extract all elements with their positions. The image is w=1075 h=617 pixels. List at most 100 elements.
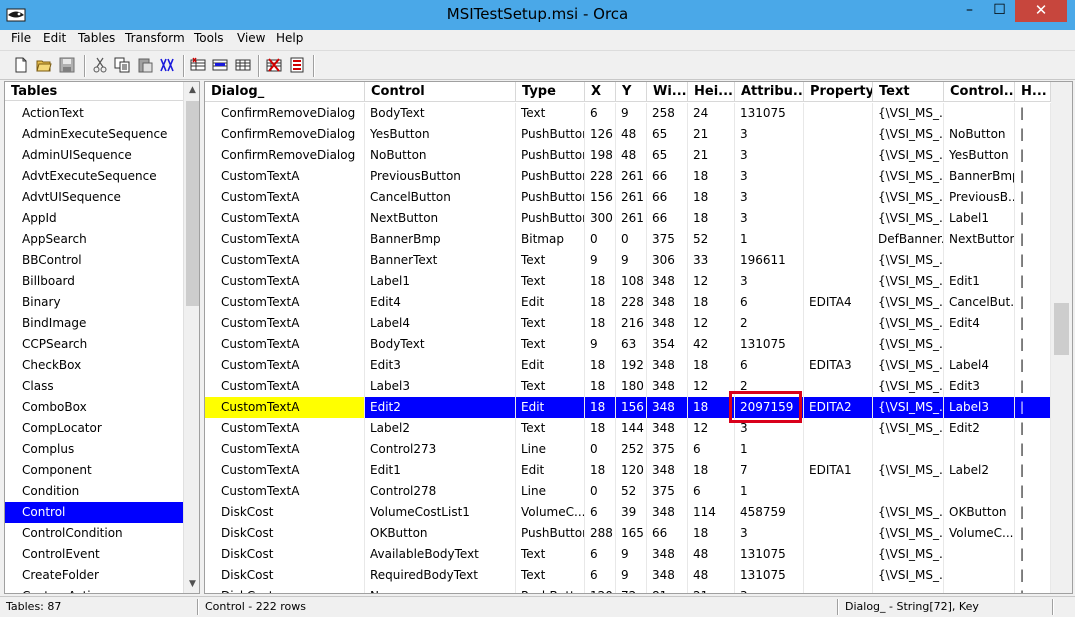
cell-type[interactable]: PushButton (516, 208, 585, 229)
table-list-item[interactable]: ActionText (5, 103, 183, 124)
table-row[interactable]: CustomTextA Edit2 Edit 18 156 348 18 2097159 EDI… (205, 397, 1051, 418)
cell-y[interactable]: 261 (616, 208, 647, 229)
cell-dialog[interactable]: CustomTextA (205, 397, 365, 418)
cell-type[interactable]: Text (516, 544, 585, 565)
cell-control[interactable]: Control273 (365, 439, 516, 460)
cell-attributes[interactable]: 131075 (735, 103, 804, 124)
cell-x[interactable]: 120 (585, 586, 616, 593)
cell-property[interactable] (804, 481, 873, 502)
cell-y[interactable]: 165 (616, 523, 647, 544)
cell-width[interactable]: 375 (647, 481, 688, 502)
cell-width[interactable]: 66 (647, 166, 688, 187)
cell-height[interactable]: 21 (688, 586, 735, 593)
cell-type[interactable]: PushButton (516, 586, 585, 593)
table-row[interactable]: CustomTextA Edit3 Edit 18 192 348 18 6 EDITA3 {\V… (205, 355, 1051, 376)
cell-text[interactable]: {\VSI_MS_... (873, 103, 944, 124)
cell-dialog[interactable]: CustomTextA (205, 439, 365, 460)
cell-help[interactable]: | (1015, 187, 1051, 208)
cell-control[interactable]: Label2 (365, 418, 516, 439)
cell-type[interactable]: PushButton (516, 523, 585, 544)
cell-text[interactable]: {\VSI_MS_... (873, 271, 944, 292)
column-header-control[interactable]: Control (365, 82, 516, 102)
cell-control-next[interactable]: BannerBmp (944, 166, 1015, 187)
menu-help[interactable]: Help (276, 31, 303, 45)
cell-height[interactable]: 6 (688, 439, 735, 460)
cell-dialog[interactable]: DiskCost (205, 502, 365, 523)
cell-height[interactable]: 24 (688, 103, 735, 124)
cell-help[interactable]: | (1015, 208, 1051, 229)
table-list-item[interactable]: Class (5, 376, 183, 397)
cell-attributes[interactable]: 3 (735, 187, 804, 208)
cell-y[interactable]: 63 (616, 334, 647, 355)
table-row[interactable]: ConfirmRemoveDialog NoButton PushButton 198… (205, 145, 1051, 166)
cell-control-next[interactable] (944, 334, 1015, 355)
cell-dialog[interactable]: CustomTextA (205, 418, 365, 439)
cell-type[interactable]: Text (516, 271, 585, 292)
find-icon[interactable] (159, 57, 175, 73)
cell-text[interactable]: {\VSI_MS_... (873, 418, 944, 439)
cell-type[interactable]: PushButton (516, 145, 585, 166)
cell-attributes[interactable]: 3 (735, 208, 804, 229)
cell-width[interactable]: 81 (647, 586, 688, 593)
menu-edit[interactable]: Edit (43, 31, 66, 45)
cell-height[interactable]: 33 (688, 250, 735, 271)
cell-help[interactable]: | (1015, 397, 1051, 418)
table-row[interactable]: CustomTextA BannerText Text 9 9 306 33 196611 {\… (205, 250, 1051, 271)
cell-y[interactable]: 72 (616, 586, 647, 593)
column-header-dialog[interactable]: Dialog_ (205, 82, 365, 102)
cell-dialog[interactable]: CustomTextA (205, 355, 365, 376)
cell-dialog[interactable]: CustomTextA (205, 376, 365, 397)
cell-y[interactable]: 261 (616, 187, 647, 208)
cell-x[interactable]: 6 (585, 502, 616, 523)
cell-height[interactable]: 12 (688, 418, 735, 439)
cell-help[interactable]: | (1015, 586, 1051, 593)
cell-property[interactable] (804, 313, 873, 334)
add-row-icon[interactable] (190, 57, 206, 73)
column-header-text[interactable]: Text (873, 82, 944, 102)
cell-control-next[interactable]: OKButton (944, 502, 1015, 523)
cell-control-next[interactable]: VolumeC... (944, 523, 1015, 544)
cell-y[interactable]: 252 (616, 439, 647, 460)
cell-y[interactable]: 9 (616, 250, 647, 271)
cell-property[interactable] (804, 187, 873, 208)
cell-property[interactable] (804, 502, 873, 523)
cell-x[interactable]: 288 (585, 523, 616, 544)
table-list-item[interactable]: BindImage (5, 313, 183, 334)
cell-control[interactable]: BodyText (365, 103, 516, 124)
cell-help[interactable]: | (1015, 460, 1051, 481)
cell-type[interactable]: Text (516, 313, 585, 334)
cell-text[interactable]: {\VSI_MS_... (873, 292, 944, 313)
menu-tables[interactable]: Tables (78, 31, 115, 45)
cell-height[interactable]: 18 (688, 460, 735, 481)
cell-help[interactable]: | (1015, 313, 1051, 334)
cell-help[interactable]: | (1015, 481, 1051, 502)
cell-height[interactable]: 12 (688, 376, 735, 397)
cell-control[interactable]: Label3 (365, 376, 516, 397)
drop-row-icon[interactable] (212, 57, 228, 73)
cell-y[interactable]: 261 (616, 166, 647, 187)
menu-file[interactable]: File (11, 31, 31, 45)
cell-height[interactable]: 21 (688, 124, 735, 145)
cell-help[interactable]: | (1015, 166, 1051, 187)
table-row[interactable]: DiskCost VolumeCostList1 VolumeC... 6 39 348 1… (205, 502, 1051, 523)
cell-property[interactable] (804, 418, 873, 439)
cell-y[interactable]: 192 (616, 355, 647, 376)
table-row[interactable]: DiskCostNoPushButton1207281213 | (205, 586, 1051, 593)
cell-control[interactable]: Edit4 (365, 292, 516, 313)
cell-property[interactable] (804, 523, 873, 544)
cell-type[interactable]: Text (516, 565, 585, 586)
table-list-item[interactable]: CheckBox (5, 355, 183, 376)
cell-width[interactable]: 354 (647, 334, 688, 355)
grid-scrollbar[interactable] (1051, 82, 1072, 593)
cell-width[interactable]: 348 (647, 565, 688, 586)
cell-width[interactable]: 66 (647, 187, 688, 208)
cell-y[interactable]: 9 (616, 544, 647, 565)
cell-width[interactable]: 348 (647, 271, 688, 292)
cell-height[interactable]: 18 (688, 166, 735, 187)
cell-attributes[interactable]: 196611 (735, 250, 804, 271)
table-row[interactable]: CustomTextA Control278 Line 0 52 375 6 1 | (205, 481, 1051, 502)
cell-height[interactable]: 18 (688, 523, 735, 544)
table-row[interactable]: DiskCost AvailableBodyText Text 6 9 348 48 1310… (205, 544, 1051, 565)
cell-help[interactable]: | (1015, 271, 1051, 292)
cell-attributes[interactable]: 3 (735, 271, 804, 292)
